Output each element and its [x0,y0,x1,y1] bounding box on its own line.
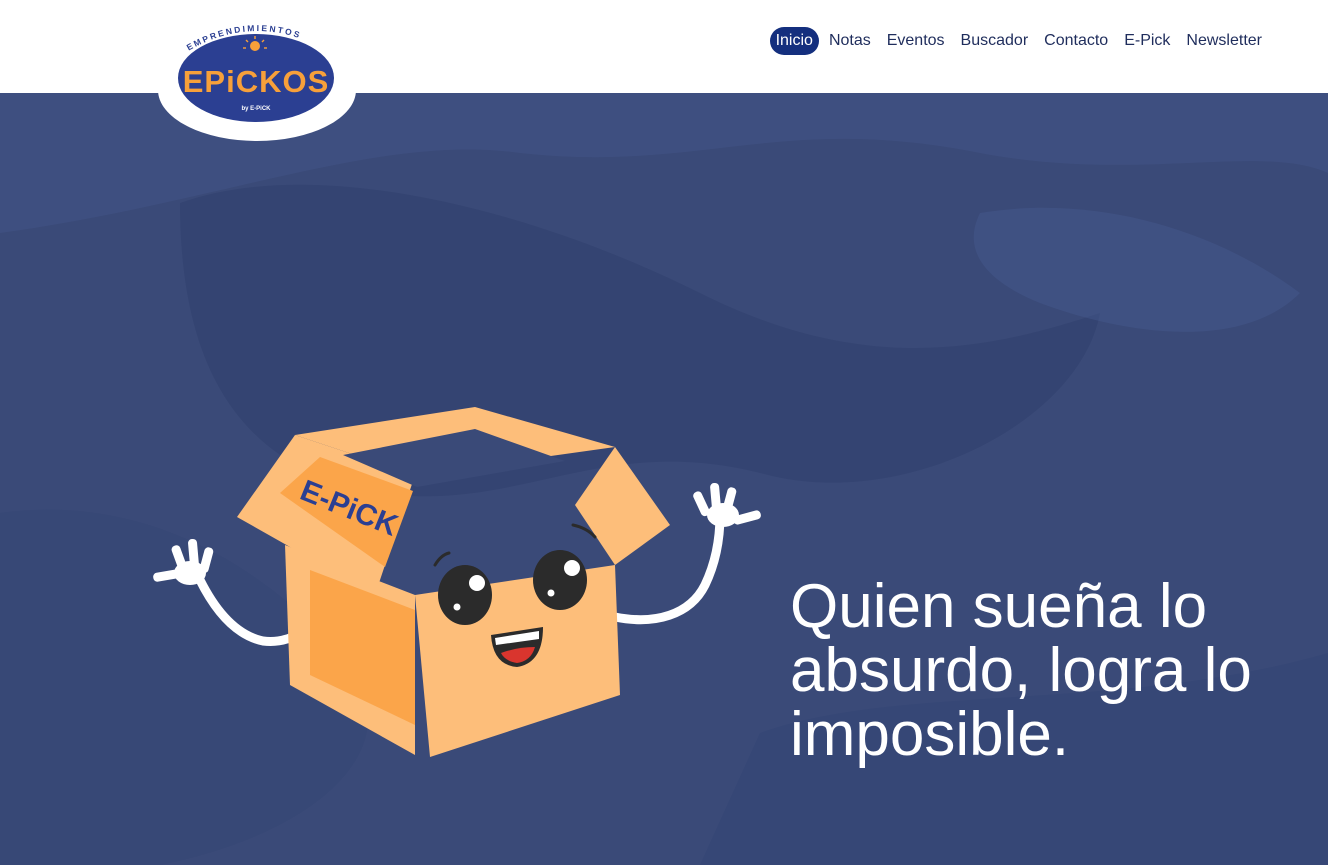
epickos-logo-icon: EMPRENDIMIENTOS EPiCKOS by E-PiCK [158,23,356,141]
nav-item-notas[interactable]: Notas [823,27,877,55]
nav-item-eventos[interactable]: Eventos [881,27,951,55]
hero-quote: Quien sueña lo absurdo, logra lo imposib… [790,572,1252,769]
nav-item-e-pick[interactable]: E-Pick [1118,27,1176,55]
main-nav: Inicio Notas Eventos Buscador Contacto E… [768,27,1270,55]
nav-item-contacto[interactable]: Contacto [1038,27,1114,55]
nav-item-buscador[interactable]: Buscador [955,27,1035,55]
smiling-box-mascot-icon: E-PiCK [153,407,761,757]
nav-item-newsletter[interactable]: Newsletter [1180,27,1268,55]
nav-item-inicio[interactable]: Inicio [769,27,819,55]
site-logo[interactable]: EMPRENDIMIENTOS EPiCKOS by E-PiCK [155,12,360,142]
svg-text:EPiCKOS: EPiCKOS [183,64,330,99]
svg-text:by E-PiCK: by E-PiCK [241,106,271,112]
